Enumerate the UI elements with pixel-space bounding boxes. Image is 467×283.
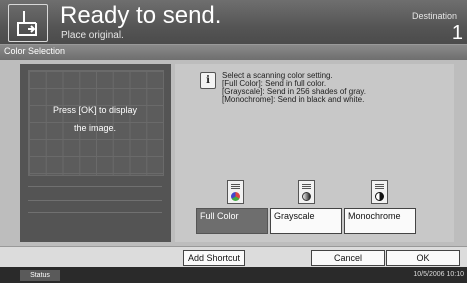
- monochrome-button[interactable]: Monochrome: [344, 208, 416, 234]
- home-icon: [17, 11, 37, 36]
- info-text: Select a scanning color setting. [Full C…: [222, 72, 366, 104]
- cancel-button[interactable]: Cancel: [311, 250, 385, 266]
- color-scan-icon: [227, 180, 244, 204]
- destination-label: Destination: [411, 11, 457, 21]
- status-datetime: 10/5/2006 10:10: [413, 271, 464, 278]
- monochrome-label: Monochrome: [348, 211, 401, 221]
- page-title: Ready to send.: [60, 2, 222, 29]
- preview-line-2: the image.: [73, 123, 117, 133]
- status-bar: Status 10/5/2006 10:10: [0, 267, 467, 283]
- section-title-bar: Color Selection: [0, 44, 467, 61]
- grayscale-button[interactable]: Grayscale: [270, 208, 342, 234]
- destination-count: 1: [451, 22, 463, 44]
- home-button[interactable]: [8, 4, 48, 42]
- preview-message: Press [OK] to display the image.: [28, 101, 162, 137]
- ok-button[interactable]: OK: [386, 250, 460, 266]
- section-title: Color Selection: [4, 46, 66, 56]
- preview-line-1: Press [OK] to display: [52, 105, 138, 115]
- add-shortcut-button[interactable]: Add Shortcut: [183, 250, 245, 266]
- info-icon: i: [200, 72, 216, 89]
- status-button[interactable]: Status: [20, 270, 60, 281]
- grayscale-scan-icon: [298, 180, 315, 204]
- monochrome-scan-icon: [371, 180, 388, 204]
- info-line: [Monochrome]: Send in black and white.: [222, 95, 365, 104]
- page-subtitle: Place original.: [61, 30, 124, 41]
- grayscale-label: Grayscale: [274, 211, 315, 221]
- full-color-label: Full Color: [200, 211, 239, 221]
- preview-panel: Press [OK] to display the image.: [20, 64, 171, 242]
- full-color-button[interactable]: Full Color: [196, 208, 268, 234]
